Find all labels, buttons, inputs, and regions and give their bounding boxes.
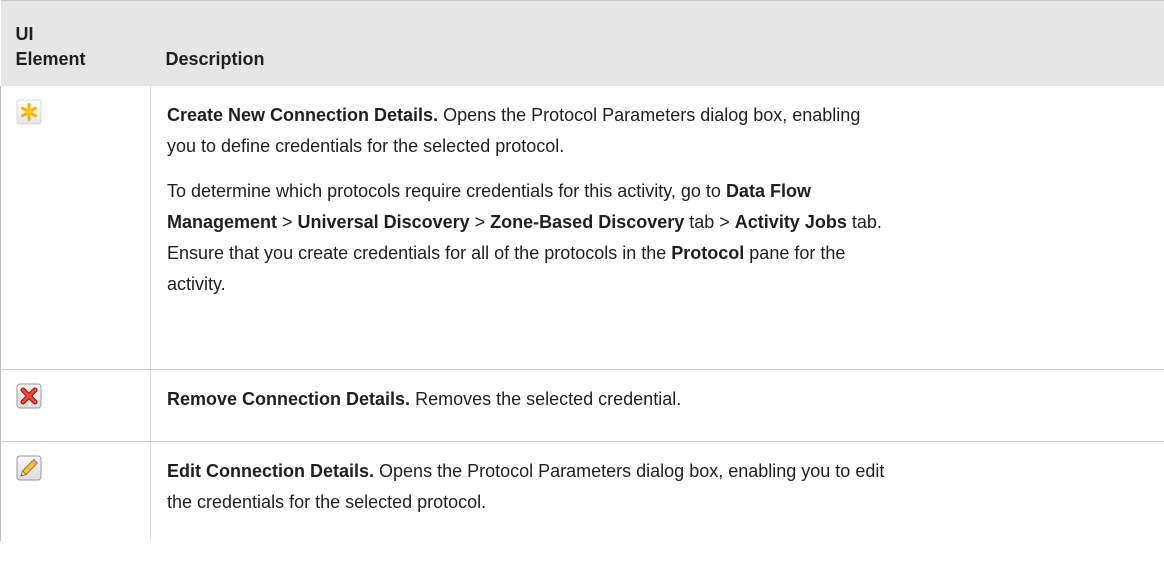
table-row: Edit Connection Details. Opens the Proto… xyxy=(0,441,1164,541)
description-text: To determine which protocols require cre… xyxy=(167,181,726,201)
description-paragraph: Edit Connection Details. Opens the Proto… xyxy=(167,456,1155,518)
element-title: Edit Connection Details. xyxy=(167,460,375,481)
header-ui-element-line2: Element xyxy=(15,49,86,69)
header-ui-element: UI Element xyxy=(0,0,151,86)
separator: > xyxy=(277,212,298,232)
separator: > xyxy=(469,212,491,232)
description-text: you to define credentials for the select… xyxy=(167,136,565,156)
description-paragraph: To determine which protocols require cre… xyxy=(167,176,1155,300)
bold-term: Protocol xyxy=(671,243,745,263)
description-text: tab > xyxy=(684,212,735,232)
icon-cell xyxy=(0,369,151,442)
icon-cell xyxy=(0,441,151,541)
element-title: Remove Connection Details. xyxy=(167,388,411,409)
description-text: Opens the Protocol Parameters dialog box… xyxy=(374,460,885,481)
table-row: Create New Connection Details. Opens the… xyxy=(0,86,1164,370)
bold-term: Activity Jobs xyxy=(734,212,847,232)
bold-term: Data Flow xyxy=(725,181,811,201)
description-text: tab. xyxy=(846,212,882,232)
description-text: Ensure that you create credentials for a… xyxy=(167,243,672,263)
description-text: the credentials for the selected protoco… xyxy=(167,491,487,512)
description-text: Opens the Protocol Parameters dialog box… xyxy=(438,105,861,125)
red-x-remove-icon xyxy=(16,383,42,409)
table-header-row: UI Element Description xyxy=(0,0,1164,86)
description-text: pane for the xyxy=(744,243,846,263)
description-cell: Remove Connection Details. Removes the s… xyxy=(150,369,1164,442)
description-paragraph: Create New Connection Details. Opens the… xyxy=(167,100,1155,162)
description-cell: Edit Connection Details. Opens the Proto… xyxy=(151,441,1164,541)
description-text: activity. xyxy=(167,274,226,294)
bold-term: Zone-Based Discovery xyxy=(490,212,685,232)
asterisk-new-icon xyxy=(16,99,42,125)
description-text: Removes the selected credential. xyxy=(410,388,682,409)
description-cell: Create New Connection Details. Opens the… xyxy=(150,86,1164,370)
icon-cell xyxy=(0,86,151,370)
ui-elements-table: UI Element Description Create New Connec… xyxy=(0,0,1164,541)
element-title: Create New Connection Details. xyxy=(167,105,439,125)
description-paragraph: Remove Connection Details. Removes the s… xyxy=(167,384,1155,415)
header-description: Description xyxy=(150,0,1164,86)
bold-term: Management xyxy=(167,212,278,232)
pencil-edit-icon xyxy=(16,455,42,481)
bold-term: Universal Discovery xyxy=(297,212,470,232)
header-ui-element-line1: UI xyxy=(15,24,34,44)
table-row: Remove Connection Details. Removes the s… xyxy=(0,369,1164,442)
